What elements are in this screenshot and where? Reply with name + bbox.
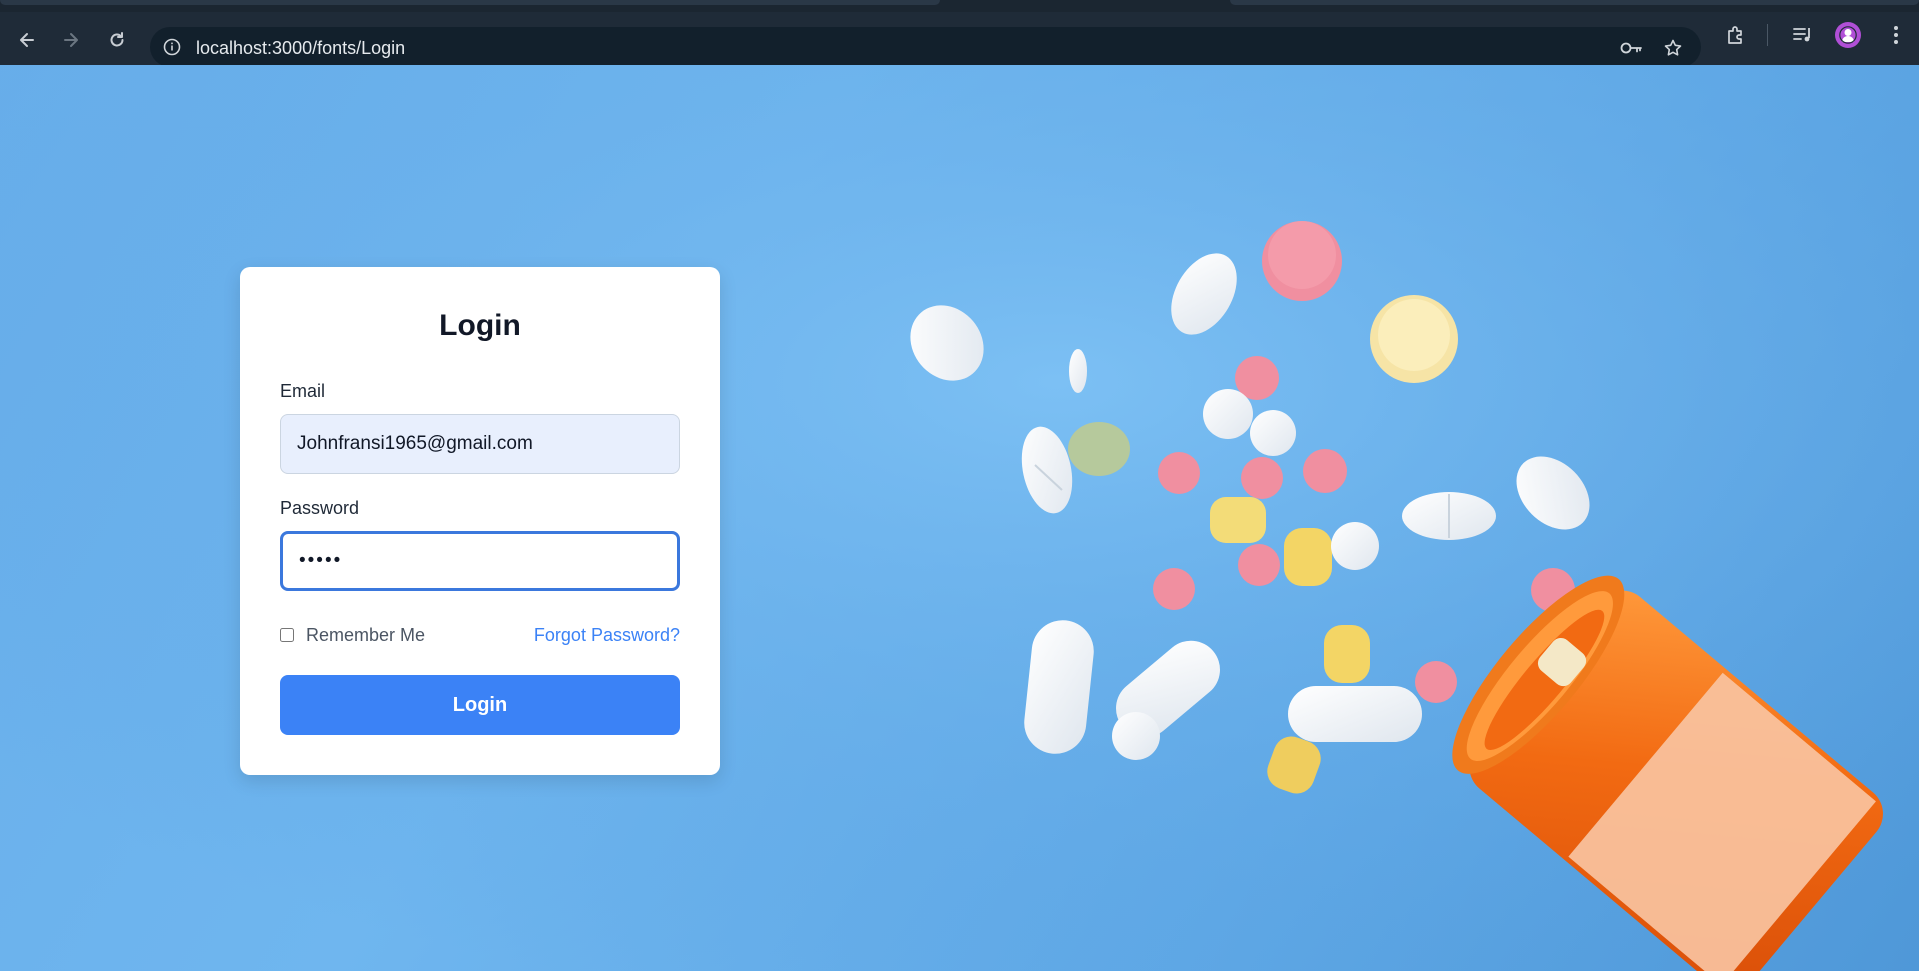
login-page: Login Email Password Remember Me Forgot … [0, 65, 1919, 971]
bookmark-star-icon[interactable] [1661, 37, 1685, 59]
browser-chrome: localhost:3000/fonts/Login [0, 0, 1919, 67]
login-title: Login [439, 309, 521, 342]
media-controls-icon[interactable] [1789, 22, 1817, 48]
forward-icon[interactable] [57, 26, 85, 54]
profile-avatar[interactable] [1835, 22, 1861, 48]
reload-icon[interactable] [103, 26, 131, 54]
forgot-password-link[interactable]: Forgot Password? [534, 625, 680, 646]
browser-toolbar: localhost:3000/fonts/Login [0, 12, 1919, 67]
toolbar-divider [1767, 24, 1768, 46]
tab-edge[interactable] [1230, 0, 1919, 5]
password-label: Password [280, 498, 360, 518]
extensions-icon[interactable] [1722, 22, 1750, 48]
login-button[interactable]: Login [280, 675, 680, 735]
tab-strip [0, 0, 1919, 12]
email-label: Email [280, 381, 326, 401]
password-key-icon[interactable] [1620, 37, 1644, 59]
url-text[interactable]: localhost:3000/fonts/Login [196, 38, 405, 59]
back-icon[interactable] [13, 26, 41, 54]
password-input[interactable] [280, 531, 680, 591]
email-input[interactable] [280, 414, 680, 474]
tab-edge[interactable] [0, 0, 940, 5]
remember-me-label[interactable]: Remember Me [306, 625, 425, 646]
remember-me[interactable]: Remember Me [280, 623, 425, 647]
remember-me-checkbox[interactable] [280, 628, 294, 642]
login-card: Login Email Password Remember Me Forgot … [240, 267, 720, 775]
address-bar[interactable]: localhost:3000/fonts/Login [150, 27, 1701, 67]
site-info-icon[interactable] [162, 37, 182, 57]
menu-dots-icon[interactable] [1882, 22, 1910, 48]
